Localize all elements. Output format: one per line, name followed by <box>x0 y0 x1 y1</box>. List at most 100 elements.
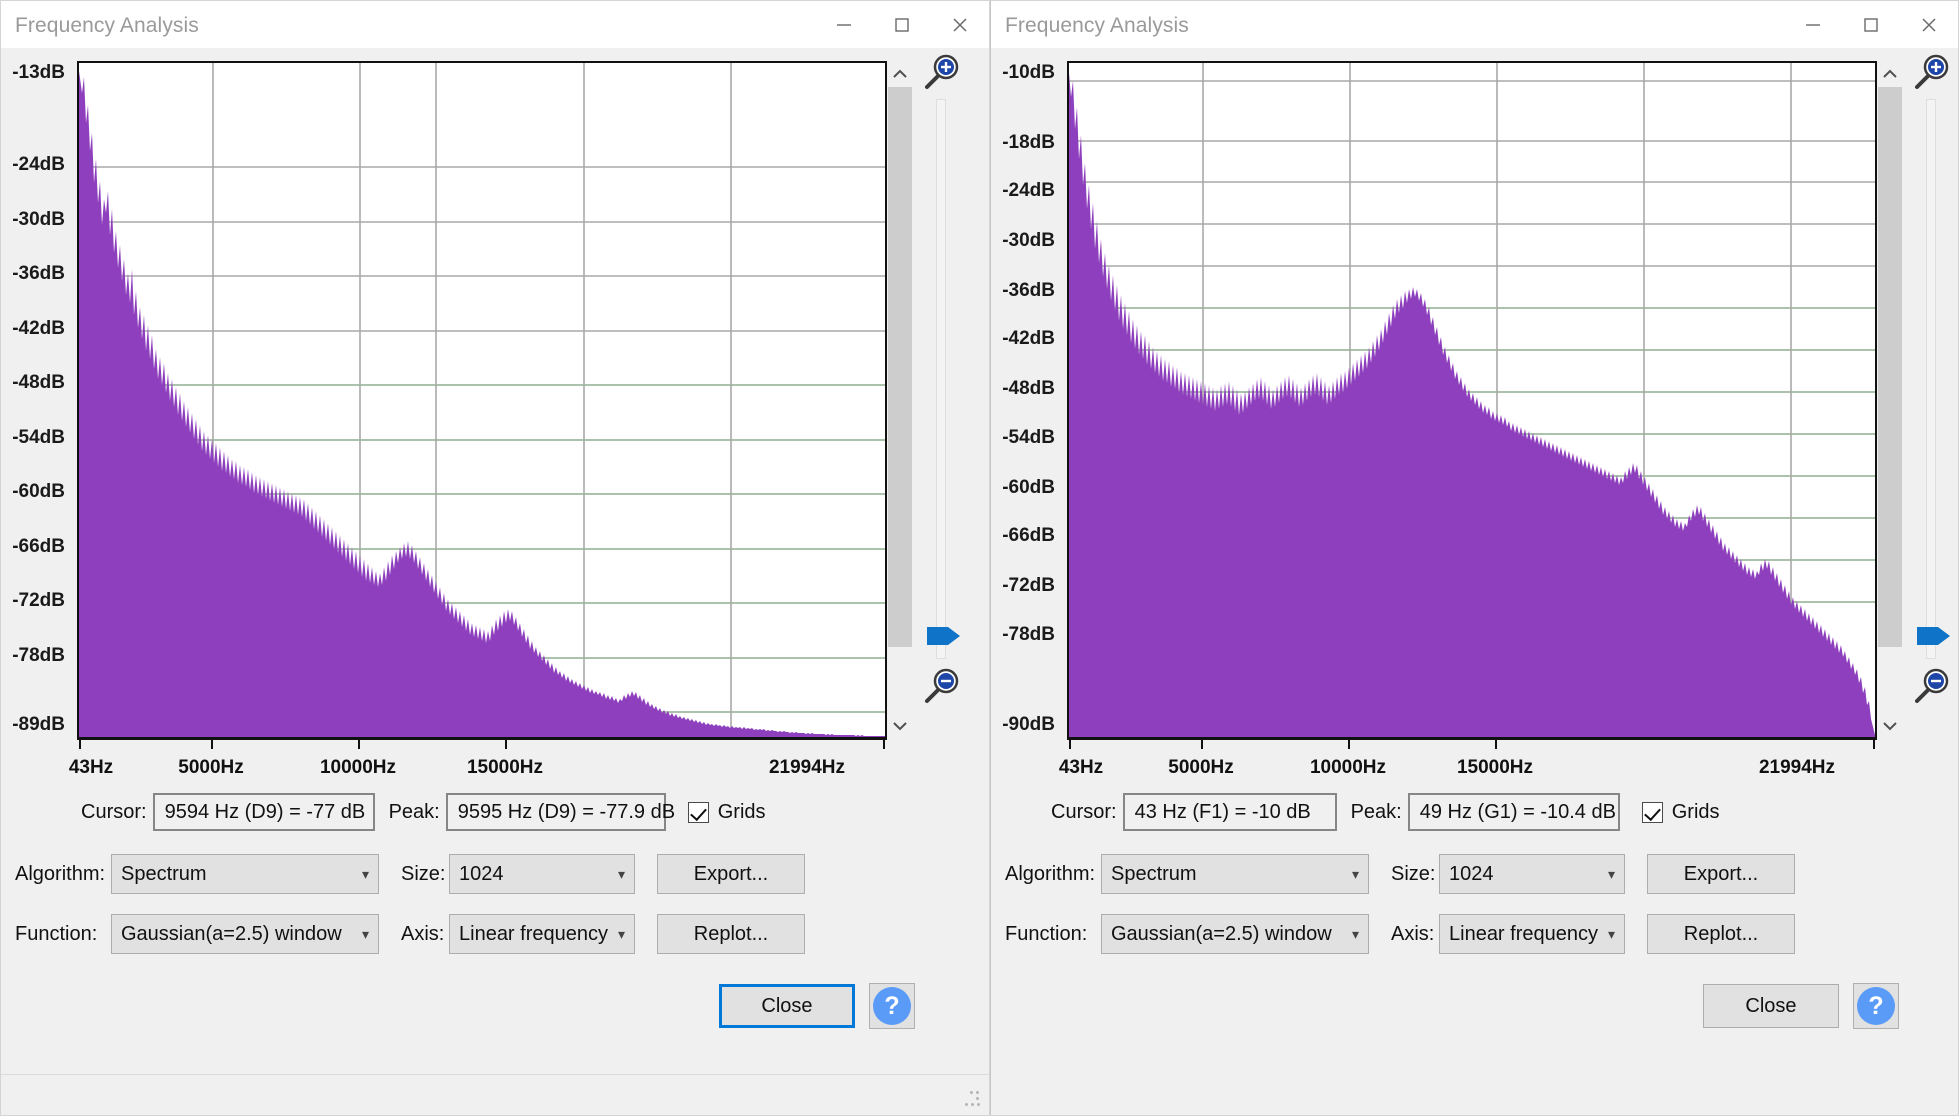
minimize-icon[interactable] <box>1784 1 1842 48</box>
cursor-label: Cursor: <box>81 801 147 824</box>
y-tick-label: -66dB <box>1002 525 1055 547</box>
chevron-down-icon: ▾ <box>1608 866 1615 883</box>
magnifier-minus-icon[interactable] <box>1911 667 1951 707</box>
size-value: 1024 <box>459 863 504 886</box>
scroll-track[interactable] <box>887 87 913 713</box>
function-label: Function: <box>1005 923 1101 946</box>
scroll-track[interactable] <box>1877 87 1903 713</box>
replot-button[interactable]: Replot... <box>657 914 805 954</box>
x-tick <box>211 740 213 749</box>
cursor-row-left: Cursor: 9594 Hz (D9) = -77 dB Peak: 9595… <box>81 793 766 831</box>
peak-label: Peak: <box>1351 801 1402 824</box>
spectrum-plot-left[interactable] <box>77 61 887 739</box>
scroll-down-arrow-icon[interactable] <box>887 713 913 739</box>
function-select[interactable]: Gaussian(a=2.5) window ▾ <box>111 914 379 954</box>
close-button[interactable]: Close <box>1703 984 1839 1028</box>
y-axis-labels-left: -13dB -24dB -30dB -36dB -42dB -48dB -54d… <box>0 1 69 741</box>
help-question-icon: ? <box>1857 987 1895 1025</box>
grids-label: Grids <box>1672 801 1720 824</box>
scroll-thumb[interactable] <box>1878 87 1902 647</box>
y-tick-label: -78dB <box>12 645 65 667</box>
maximize-icon[interactable] <box>1842 1 1900 48</box>
axis-label: Axis: <box>401 923 449 946</box>
cursor-row-right: Cursor: 43 Hz (F1) = -10 dB Peak: 49 Hz … <box>1051 793 1720 831</box>
x-tick <box>1201 740 1203 749</box>
x-tick <box>1069 740 1071 749</box>
cursor-value-field[interactable]: 9594 Hz (D9) = -77 dB <box>153 793 375 831</box>
size-select[interactable]: 1024 ▾ <box>449 854 635 894</box>
magnifier-plus-icon[interactable] <box>921 53 961 93</box>
axis-select[interactable]: Linear frequency ▾ <box>449 914 635 954</box>
scroll-thumb[interactable] <box>888 87 912 647</box>
x-tick-label: 15000Hz <box>1457 757 1533 779</box>
algorithm-select[interactable]: Spectrum ▾ <box>1101 854 1369 894</box>
function-label: Function: <box>15 923 111 946</box>
close-icon[interactable] <box>1900 1 1958 48</box>
cursor-value-field[interactable]: 43 Hz (F1) = -10 dB <box>1123 793 1337 831</box>
x-tick <box>1348 740 1350 749</box>
algorithm-label: Algorithm: <box>1005 863 1101 886</box>
size-value: 1024 <box>1449 863 1494 886</box>
spectrum-plot-right[interactable] <box>1067 61 1877 739</box>
y-tick-label: -42dB <box>12 318 65 340</box>
close-icon[interactable] <box>931 1 989 48</box>
x-tick-label: 5000Hz <box>178 757 244 779</box>
magnifier-plus-icon[interactable] <box>1911 53 1951 93</box>
footer-divider <box>1 1074 990 1075</box>
plot-vertical-scrollbar-left[interactable] <box>887 61 913 739</box>
resize-grip[interactable] <box>965 1091 981 1107</box>
maximize-icon[interactable] <box>873 1 931 48</box>
help-button[interactable]: ? <box>1853 983 1899 1029</box>
x-tick-label: 21994Hz <box>769 757 845 779</box>
export-button[interactable]: Export... <box>1647 854 1795 894</box>
algorithm-select[interactable]: Spectrum ▾ <box>111 854 379 894</box>
grids-checkbox[interactable]: Grids <box>688 801 766 824</box>
y-tick-label: -24dB <box>12 154 65 176</box>
axis-value: Linear frequency <box>459 923 608 946</box>
zoom-slider-rail[interactable] <box>1926 99 1936 659</box>
frequency-analysis-window-right: Frequency Analysis -10dB -18dB -24dB -30… <box>990 0 1959 1116</box>
y-tick-label: -54dB <box>1002 427 1055 449</box>
scroll-up-arrow-icon[interactable] <box>1877 61 1903 87</box>
scroll-up-arrow-icon[interactable] <box>887 61 913 87</box>
y-tick-label: -24dB <box>1002 180 1055 202</box>
x-tick-label: 10000Hz <box>1310 757 1386 779</box>
y-tick-label: -72dB <box>1002 575 1055 597</box>
close-button[interactable]: Close <box>719 984 855 1028</box>
dialog-buttons-left: Close ? <box>719 983 915 1029</box>
minimize-icon[interactable] <box>815 1 873 48</box>
zoom-slider-column-left <box>919 53 963 743</box>
algorithm-row-left: Algorithm: Spectrum ▾ Size: 1024 ▾ Expor… <box>15 854 805 894</box>
zoom-slider-thumb[interactable] <box>1917 623 1951 649</box>
x-tick-label: 43Hz <box>1059 757 1103 779</box>
frequency-analysis-screen: Frequency Analysis -13dB -24dB -30dB -36… <box>0 0 1959 1116</box>
chevron-down-icon: ▾ <box>618 866 625 883</box>
checkbox-box-icon[interactable] <box>688 802 709 823</box>
function-row-right: Function: Gaussian(a=2.5) window ▾ Axis:… <box>1005 914 1795 954</box>
size-select[interactable]: 1024 ▾ <box>1439 854 1625 894</box>
y-tick-label: -13dB <box>12 62 65 84</box>
cursor-label: Cursor: <box>1051 801 1117 824</box>
export-button[interactable]: Export... <box>657 854 805 894</box>
y-tick-label: -78dB <box>1002 624 1055 646</box>
grids-checkbox[interactable]: Grids <box>1642 801 1720 824</box>
x-tick <box>358 740 360 749</box>
axis-select[interactable]: Linear frequency ▾ <box>1439 914 1625 954</box>
plot-vertical-scrollbar-right[interactable] <box>1877 61 1903 739</box>
size-label: Size: <box>401 863 449 886</box>
peak-value-field[interactable]: 49 Hz (G1) = -10.4 dB <box>1408 793 1620 831</box>
algorithm-value: Spectrum <box>1111 863 1197 886</box>
magnifier-minus-icon[interactable] <box>921 667 961 707</box>
help-button[interactable]: ? <box>869 983 915 1029</box>
dialog-buttons-right: Close ? <box>1703 983 1899 1029</box>
checkbox-box-icon[interactable] <box>1642 802 1663 823</box>
zoom-slider-thumb[interactable] <box>927 623 961 649</box>
zoom-slider-rail[interactable] <box>936 99 946 659</box>
replot-button[interactable]: Replot... <box>1647 914 1795 954</box>
function-value: Gaussian(a=2.5) window <box>1111 923 1332 946</box>
y-tick-label: -48dB <box>12 372 65 394</box>
function-select[interactable]: Gaussian(a=2.5) window ▾ <box>1101 914 1369 954</box>
peak-value-field[interactable]: 9595 Hz (D9) = -77.9 dB <box>446 793 666 831</box>
scroll-down-arrow-icon[interactable] <box>1877 713 1903 739</box>
grids-label: Grids <box>718 801 766 824</box>
